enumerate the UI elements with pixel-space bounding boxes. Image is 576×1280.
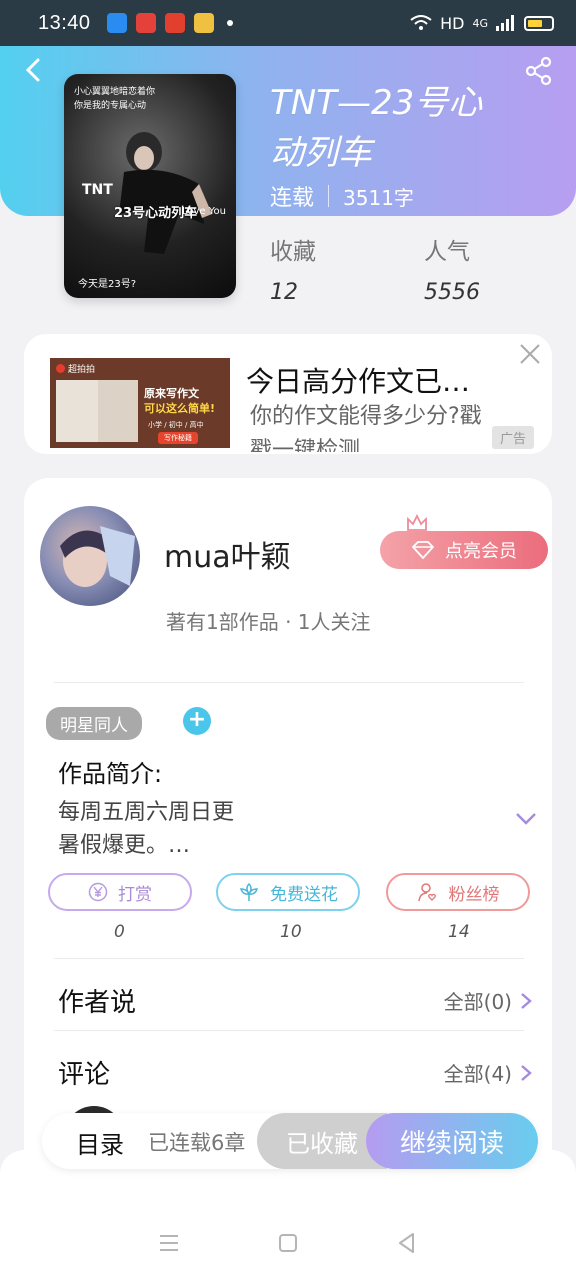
comments-more[interactable]: 全部(4) [444, 1058, 532, 1087]
chevron-right-icon [521, 1064, 532, 1081]
intro-line: 暑假爆更。… [58, 833, 191, 858]
genre-tag[interactable]: 明星同人 [46, 707, 142, 740]
continue-reading-button[interactable]: 继续阅读 [366, 1113, 538, 1169]
send-flower-label: 免费送花 [270, 884, 338, 905]
yen-icon [88, 882, 108, 902]
cover-caption-2: 你是我的专属心动 [74, 101, 147, 111]
share-icon[interactable] [524, 56, 554, 86]
word-count: 3511字 [343, 185, 414, 210]
stat-value: 5556 [424, 280, 480, 305]
author-name[interactable]: mua叶颖 [164, 532, 291, 576]
book-status: 连载 [270, 186, 315, 211]
reward-label: 打赏 [118, 884, 152, 905]
app-notification-icon [106, 13, 127, 33]
ad-headline: 原来写作文 可以这么简单! [144, 386, 215, 416]
app-notification-icon [164, 13, 185, 33]
signal-label: 4G [472, 16, 488, 30]
avatar-image [60, 526, 135, 587]
book-detail-card: mua叶颖 点亮会员 著有1部作品 · 1人关注 明星同人 + 作品简介: 每周… [24, 478, 552, 1178]
app-notification-icon [135, 13, 156, 33]
ad-brand: 超拍拍 [56, 362, 95, 375]
author-say-title: 作者说 [58, 988, 137, 1018]
chapter-count[interactable]: 已连载6章 [148, 1127, 245, 1157]
ad-brand-label: 超拍拍 [68, 365, 96, 375]
stat-favorites: 收藏 12 [270, 232, 316, 305]
wifi-icon [410, 15, 432, 30]
cover-love-text: Love You [182, 206, 226, 217]
fans-count: 14 [448, 922, 470, 942]
signal-icon [496, 15, 514, 31]
home-icon[interactable] [276, 1231, 300, 1255]
stat-label: 人气 [424, 239, 470, 265]
close-icon[interactable] [518, 342, 542, 366]
ad-headline-line-1: 原来写作文 [144, 387, 199, 400]
vip-button-label: 点亮会员 [445, 541, 517, 562]
ad-image: 超拍拍 原来写作文 可以这么简单! 小学 / 初中 / 高中 写作秘籍 [50, 358, 230, 448]
meta-divider [328, 185, 330, 207]
book-title: TNT—23号心动列车 [270, 83, 483, 173]
add-tag-button[interactable]: + [183, 707, 211, 735]
reward-count: 0 [114, 922, 125, 942]
status-bar: 13:40 HD 4G [0, 0, 576, 46]
chevron-right-icon [521, 992, 532, 1009]
app-notification-icon [193, 13, 214, 33]
stat-popularity: 人气 5556 [424, 232, 480, 305]
comments-count: 全部(4) [443, 1062, 512, 1086]
send-flower-button[interactable]: 免费送花 [216, 873, 360, 911]
chevron-down-icon[interactable] [514, 810, 538, 828]
flower-icon [239, 882, 259, 901]
ad-levels: 小学 / 初中 / 高中 [148, 421, 204, 429]
more-notifications-dot [226, 20, 233, 26]
back-icon[interactable] [20, 56, 48, 84]
reward-button[interactable]: 打赏 [48, 873, 192, 911]
crown-icon [407, 514, 427, 531]
diamond-icon [411, 541, 435, 559]
back-nav-icon[interactable] [395, 1231, 419, 1255]
intro-line: 每周五周六周日更 [58, 800, 235, 825]
flower-count: 10 [280, 922, 302, 942]
intro-label: 作品简介: [58, 760, 163, 788]
brand-logo-icon [56, 364, 65, 373]
author-say-count: 全部(0) [443, 990, 512, 1014]
author-stats: 著有1部作品 · 1人关注 [166, 610, 371, 634]
divider [54, 682, 524, 683]
author-say-more[interactable]: 全部(0) [444, 986, 532, 1015]
status-time: 13:40 [38, 11, 91, 34]
status-app-icons [106, 13, 233, 33]
divider [54, 958, 524, 959]
fans-ranking-label: 粉丝榜 [448, 884, 500, 905]
ad-banner[interactable]: 超拍拍 原来写作文 可以这么简单! 小学 / 初中 / 高中 写作秘籍 今日高分… [24, 334, 552, 454]
fans-icon [417, 883, 436, 902]
system-nav-bar [0, 1206, 576, 1280]
cover-bottom-caption: 今天是23号? [78, 279, 137, 290]
intro-text: 每周五周六周日更 暑假爆更。… [58, 796, 488, 862]
ad-headline-line-2: 可以这么简单! [144, 402, 216, 415]
status-indicators: HD 4G [410, 14, 554, 33]
fans-ranking-button[interactable]: 粉丝榜 [386, 873, 530, 911]
ad-badge: 广告 [491, 426, 534, 449]
stat-value: 12 [270, 280, 298, 305]
book-meta: 连载 3511字 [270, 180, 414, 212]
cover-caption-1: 小心翼翼地暗恋着你 [74, 87, 156, 97]
book-cover[interactable]: 小心翼翼地暗恋着你 你是我的专属心动 TNT 23号心动列车 Love You … [64, 74, 236, 298]
cover-figure-image [119, 132, 212, 254]
ad-title: 今日高分作文已… [246, 365, 471, 398]
ad-cta: 写作秘籍 [158, 432, 198, 444]
paper-image [98, 380, 138, 442]
battery-icon [524, 15, 554, 31]
paper-image [56, 380, 98, 442]
network-label: HD [440, 13, 465, 33]
divider [54, 1030, 524, 1031]
ad-description: 你的作文能得多少分?戳戳一键检测 [250, 404, 482, 452]
bottom-action-bar: 目录 已连载6章 已收藏 继续阅读 [42, 1113, 538, 1169]
cover-group-label: TNT [82, 182, 113, 198]
stat-label: 收藏 [270, 239, 316, 265]
vip-button[interactable]: 点亮会员 [380, 531, 548, 569]
comments-title: 评论 [58, 1060, 111, 1090]
menu-icon[interactable] [157, 1231, 181, 1255]
author-avatar[interactable] [40, 506, 140, 606]
catalog-button[interactable]: 目录 [76, 1125, 124, 1160]
